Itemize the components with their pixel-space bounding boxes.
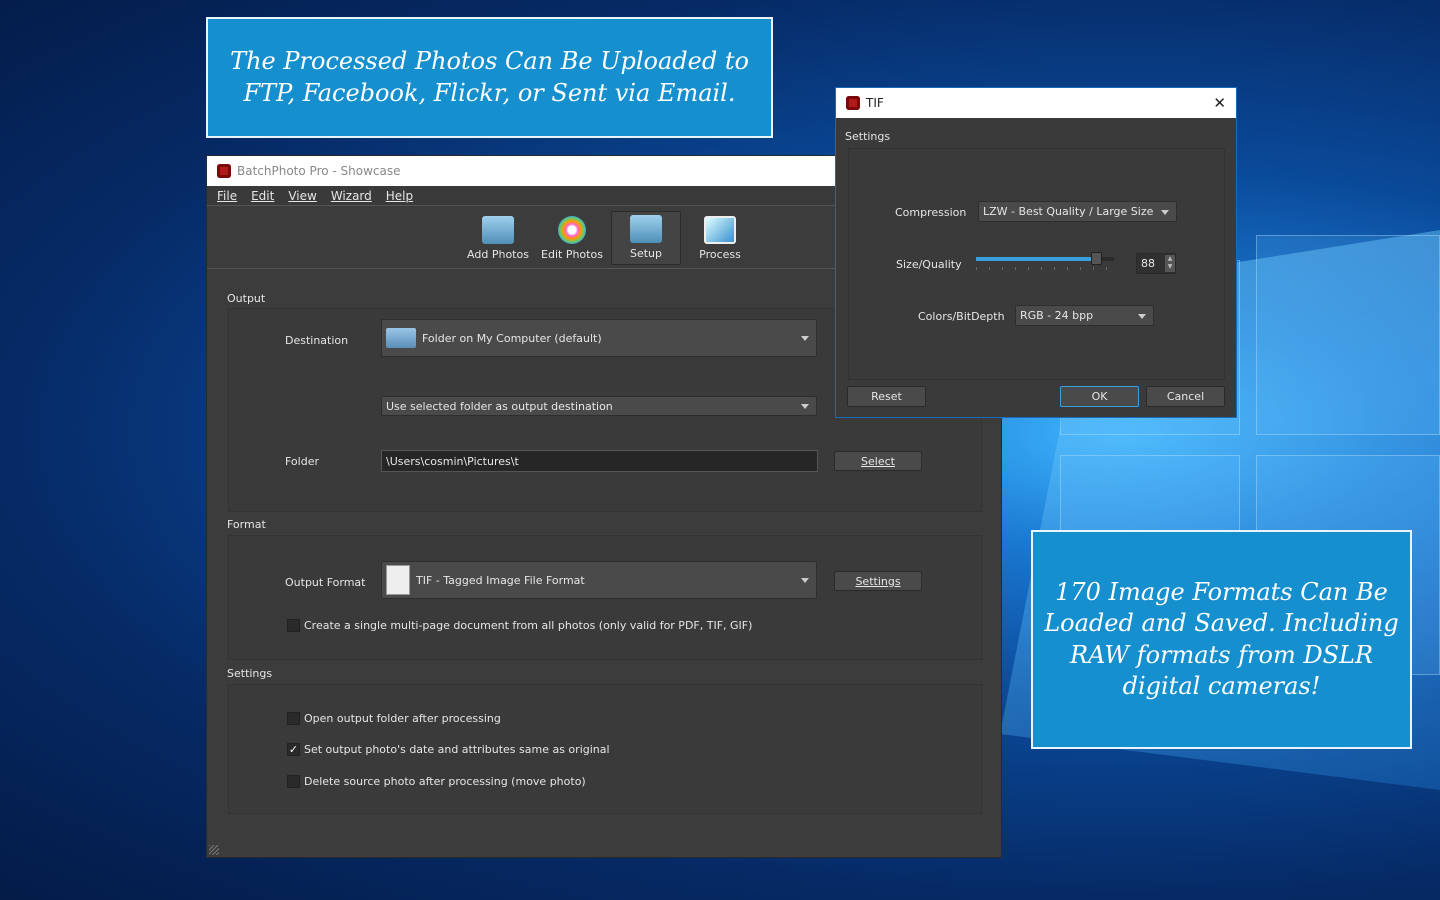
menu-view[interactable]: View [288,189,316,203]
chevron-down-icon [1138,313,1146,319]
keep-attributes-label[interactable]: Set output photo's date and attributes s… [304,743,610,756]
chevron-down-icon [801,578,809,583]
output-section-label: Output [227,292,266,305]
colors-value: RGB - 24 bpp [1020,309,1094,322]
output-format-select[interactable]: TIF - Tagged Image File Format [381,561,817,599]
compression-label: Compression [895,206,967,219]
dialog-settings-label: Settings [845,130,891,143]
colors-select[interactable]: RGB - 24 bpp [1015,305,1154,326]
reset-button[interactable]: Reset [847,386,926,407]
multipage-label[interactable]: Create a single multi-page document from… [304,619,752,632]
edit-photos-icon [558,216,586,244]
app-icon [846,96,860,110]
edit-photos-button[interactable]: Edit Photos [537,211,607,265]
slider-ticks [976,267,1114,270]
process-icon [704,216,736,244]
quality-slider[interactable] [976,252,1114,265]
format-section-label: Format [227,518,266,531]
setup-label: Setup [629,247,663,260]
folder-label: Folder [285,455,319,468]
format-settings-button[interactable]: Settings [834,571,922,591]
callout-top: The Processed Photos Can Be Uploaded to … [206,17,773,138]
wallpaper-pane [1256,235,1440,435]
compression-value: LZW - Best Quality / Large Size [983,205,1154,218]
quality-spinbox[interactable]: 88 ▲ ▼ [1136,253,1176,274]
quality-label: Size/Quality [896,258,962,271]
close-icon[interactable]: ✕ [1213,94,1226,112]
output-format-value: TIF - Tagged Image File Format [416,573,585,587]
setup-button[interactable]: Setup [611,211,681,265]
process-label: Process [699,248,741,261]
compression-select[interactable]: LZW - Best Quality / Large Size [978,201,1177,222]
format-group: Output Format TIF - Tagged Image File Fo… [228,535,982,660]
callout-right: 170 Image Formats Can Be Loaded and Save… [1031,530,1412,749]
folder-icon [386,328,416,348]
keep-attributes-checkbox[interactable]: ✓ [287,743,300,756]
setup-gear-icon [630,215,662,243]
tif-file-icon [386,565,410,595]
dialog-title: TIF [866,96,884,110]
open-folder-checkbox[interactable] [287,712,300,725]
output-mode-value: Use selected folder as output destinatio… [386,399,613,413]
quality-slider-thumb[interactable] [1091,252,1103,265]
chevron-down-icon [1161,209,1169,215]
multipage-checkbox[interactable] [287,619,300,632]
tif-dialog: TIF ✕ Settings Compression LZW - Best Qua… [835,87,1237,418]
delete-source-label[interactable]: Delete source photo after processing (mo… [304,775,586,788]
chevron-down-icon [801,404,809,409]
dialog-settings-group: Compression LZW - Best Quality / Large S… [848,148,1225,380]
menu-file[interactable]: File [217,189,237,203]
open-folder-label[interactable]: Open output folder after processing [304,712,501,725]
destination-select[interactable]: Folder on My Computer (default) [381,319,817,357]
add-photos-label: Add Photos [467,248,529,261]
delete-source-checkbox[interactable] [287,775,300,788]
destination-value: Folder on My Computer (default) [422,331,602,345]
edit-photos-label: Edit Photos [541,248,603,261]
add-photos-button[interactable]: Add Photos [463,211,533,265]
select-button[interactable]: Select [834,451,922,471]
colors-label: Colors/BitDepth [918,310,1005,323]
process-button[interactable]: Process [685,211,755,265]
output-mode-select[interactable]: Use selected folder as output destinatio… [381,396,817,416]
menu-edit[interactable]: Edit [251,189,274,203]
cancel-button[interactable]: Cancel [1146,386,1225,407]
quality-slider-fill [976,257,1098,261]
settings-section-label: Settings [227,667,273,680]
resize-grip[interactable] [209,845,219,855]
output-format-label: Output Format [285,576,366,589]
folder-input[interactable]: \Users\cosmin\Pictures\t [381,450,818,472]
quality-value: 88 [1141,257,1155,270]
window-title: BatchPhoto Pro - Showcase [237,164,401,178]
add-photos-icon [482,216,514,244]
spin-arrows-icon[interactable]: ▲ ▼ [1165,255,1175,272]
menu-help[interactable]: Help [386,189,413,203]
chevron-down-icon [801,336,809,341]
ok-button[interactable]: OK [1060,386,1139,407]
menu-wizard[interactable]: Wizard [331,189,372,203]
destination-label: Destination [285,334,349,347]
settings-group: Open output folder after processing ✓ Se… [228,684,982,814]
dialog-title-bar: TIF ✕ [836,88,1236,118]
app-icon [217,164,231,178]
